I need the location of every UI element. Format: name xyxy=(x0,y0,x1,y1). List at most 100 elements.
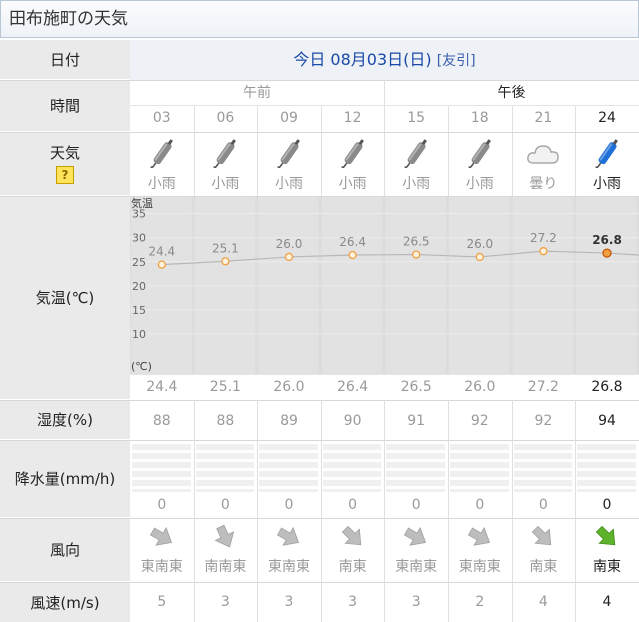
column-divider xyxy=(194,518,195,622)
precip-bar-area xyxy=(513,444,573,492)
column-divider xyxy=(384,106,385,196)
hour-label: 12 xyxy=(343,110,362,126)
temp-point xyxy=(157,260,166,269)
column-divider xyxy=(194,106,195,196)
column-divider xyxy=(194,400,195,518)
wind-speed-value: 3 xyxy=(220,594,230,610)
row-divider xyxy=(0,80,639,81)
wind-arrow-icon xyxy=(276,524,302,550)
time-label: 時間 xyxy=(0,80,130,132)
precip-bar-area xyxy=(450,444,509,492)
wind-dir-label: 風向 xyxy=(0,518,130,582)
temp-point-label: 27.2 xyxy=(530,231,557,245)
date-value: 今日 08月03日(日) xyxy=(293,50,432,69)
column-divider xyxy=(575,518,576,622)
wind-speed-value: 2 xyxy=(475,594,485,610)
column-divider xyxy=(575,106,576,196)
humidity-value: 92 xyxy=(534,413,553,429)
weather-condition: 曇り xyxy=(529,176,558,192)
am-label: 午前 xyxy=(243,85,271,101)
row-divider xyxy=(0,582,639,583)
column-divider xyxy=(321,106,322,196)
precip-value: 0 xyxy=(475,497,485,513)
chart-column xyxy=(512,196,574,374)
wind-direction-value: 東南東 xyxy=(458,559,501,575)
column-divider xyxy=(321,518,322,622)
humidity-value: 88 xyxy=(152,413,171,429)
column-divider xyxy=(257,400,258,518)
column-divider xyxy=(384,518,385,622)
wind-arrow-icon xyxy=(340,524,366,550)
row-divider xyxy=(0,518,639,519)
hour-label: 18 xyxy=(470,110,489,126)
weather-condition: 小雨 xyxy=(338,176,367,192)
y-tick-label: 10 xyxy=(132,328,146,341)
wind-arrow-icon xyxy=(530,524,556,550)
temp-value: 26.5 xyxy=(400,379,432,395)
y-tick-label: 30 xyxy=(132,232,146,245)
temp-point xyxy=(412,250,421,259)
column-divider xyxy=(448,518,449,622)
question-icon[interactable]: ? xyxy=(56,166,74,184)
temp-chart: 353025201510気温(℃)24.4 25.1 26.0 26.4 26.5 26.… xyxy=(130,196,639,374)
temp-point xyxy=(539,247,548,256)
humidity-value: 90 xyxy=(343,413,362,429)
temp-value: 25.1 xyxy=(209,379,241,395)
wind-direction-value: 東南東 xyxy=(267,559,310,575)
wind-direction-value: 東南東 xyxy=(140,559,183,575)
column-divider xyxy=(512,518,513,622)
hour-label: 09 xyxy=(280,110,298,126)
precip-value: 0 xyxy=(157,497,167,513)
wind-speed-label: 風速(m/s) xyxy=(0,582,130,622)
humidity-value: 91 xyxy=(407,413,426,429)
row-divider xyxy=(0,196,639,197)
column-divider xyxy=(257,518,258,622)
wind-speed-value: 4 xyxy=(538,594,548,610)
humidity-value: 94 xyxy=(598,413,616,429)
wind-direction-value: 南東 xyxy=(529,559,558,575)
precip-value: 0 xyxy=(348,497,358,513)
temp-point xyxy=(348,250,357,260)
weather-condition: 小雨 xyxy=(592,176,621,192)
precip-bar-area xyxy=(195,444,255,492)
rokuyo-link[interactable]: [友引] xyxy=(437,53,476,69)
precip-value: 0 xyxy=(284,497,294,513)
wind-arrow-icon xyxy=(403,524,429,550)
weather-condition: 小雨 xyxy=(465,176,494,192)
y-tick-label: 20 xyxy=(132,280,146,293)
umbrella-icon xyxy=(211,137,239,175)
wind-arrow-icon xyxy=(149,524,175,550)
row-divider xyxy=(0,132,639,133)
row-divider xyxy=(0,440,639,441)
temp-point xyxy=(284,252,294,262)
precip-bar-area xyxy=(577,444,636,492)
date-header: 今日 08月03日(日) [友引] xyxy=(130,40,639,80)
date-label: 日付 xyxy=(0,40,130,80)
temp-point-label: 26.0 xyxy=(276,237,303,251)
umbrella-icon xyxy=(466,137,494,175)
chart-column xyxy=(576,196,637,374)
weather-condition: 小雨 xyxy=(402,176,431,192)
chart-column xyxy=(385,196,446,374)
wind-arrow-icon xyxy=(212,524,238,550)
precip-bar-area xyxy=(259,444,318,492)
y-tick-label: 15 xyxy=(132,304,146,317)
weather-condition: 小雨 xyxy=(211,176,240,192)
chart-column xyxy=(449,196,510,374)
chart-column xyxy=(321,196,383,374)
wind-arrow-icon xyxy=(594,524,620,550)
weather-label: 天気 ? xyxy=(0,132,130,196)
precip-label: 降水量(mm/h) xyxy=(0,440,130,518)
wind-speed-value: 4 xyxy=(602,594,612,610)
hour-label: 03 xyxy=(152,110,171,126)
temp-point xyxy=(602,248,612,258)
temp-value: 24.4 xyxy=(146,379,178,395)
precip-bar-area xyxy=(386,444,445,492)
precip-value: 0 xyxy=(411,497,421,513)
temp-point-label: 24.4 xyxy=(148,245,175,259)
umbrella-icon xyxy=(275,137,303,175)
umbrella-icon xyxy=(402,137,430,175)
weather-condition: 小雨 xyxy=(147,176,176,192)
wind-direction-value: 南東 xyxy=(338,559,367,575)
precip-bar-area xyxy=(322,444,382,492)
